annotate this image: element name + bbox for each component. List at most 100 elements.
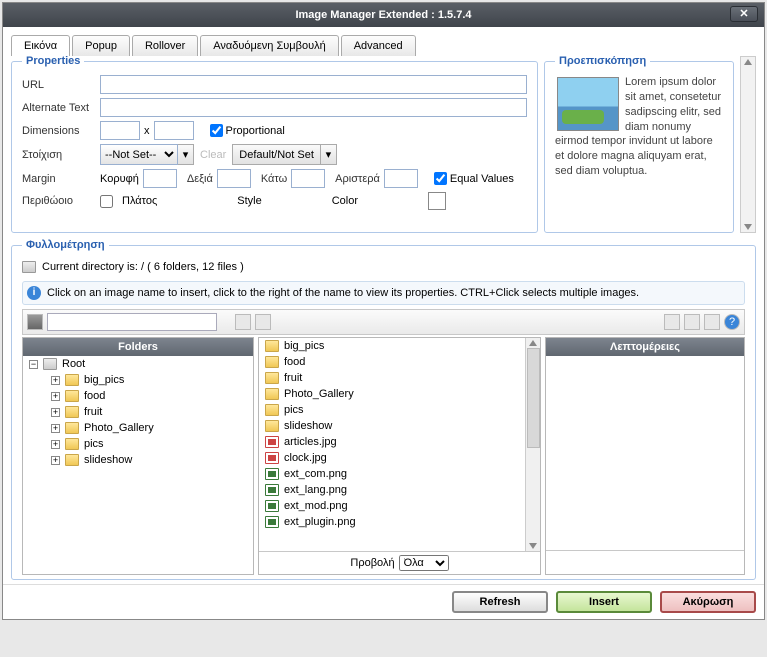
default-button[interactable]: Default/Not Set — [232, 144, 321, 165]
preview-thumbnail — [557, 77, 619, 131]
file-item-folder[interactable]: fruit — [259, 370, 525, 386]
scroll-down-icon[interactable] — [529, 543, 537, 549]
url-input[interactable] — [100, 75, 527, 94]
collapse-icon[interactable]: − — [29, 360, 38, 369]
titlebar: Image Manager Extended : 1.5.7.4 ✕ — [3, 3, 764, 27]
color-swatch[interactable] — [428, 192, 446, 210]
tab-rollover[interactable]: Rollover — [132, 35, 198, 56]
image-icon — [265, 484, 279, 496]
file-item-folder[interactable]: Photo_Gallery — [259, 386, 525, 402]
file-label: ext_com.png — [284, 468, 347, 480]
margin-top-input[interactable] — [143, 169, 177, 188]
preview-legend: Προεπισκόπηση — [555, 55, 650, 67]
default-dropdown[interactable]: ▾ — [321, 144, 337, 165]
image-icon — [265, 516, 279, 528]
tree-label: Root — [62, 358, 85, 370]
scrollbar-thumb[interactable] — [527, 348, 540, 448]
properties-scrollbar[interactable] — [740, 56, 756, 233]
tree-item[interactable]: +food — [45, 388, 253, 404]
toolbar: ? — [22, 309, 745, 335]
view-select[interactable]: Όλα — [399, 555, 449, 571]
file-item-image[interactable]: ext_com.png — [259, 466, 525, 482]
hint-bar: i Click on an image name to insert, clic… — [22, 281, 745, 305]
align-label: Στοίχιση — [22, 149, 100, 161]
file-item-image[interactable]: ext_mod.png — [259, 498, 525, 514]
file-label: ext_plugin.png — [284, 516, 356, 528]
file-item-folder[interactable]: food — [259, 354, 525, 370]
folder-icon — [265, 372, 279, 384]
expand-icon[interactable]: + — [51, 456, 60, 465]
new-folder-button[interactable] — [684, 314, 700, 330]
binoculars-icon[interactable] — [27, 314, 43, 330]
expand-icon[interactable]: + — [51, 392, 60, 401]
file-label: Photo_Gallery — [284, 388, 354, 400]
equal-values-checkbox[interactable] — [434, 172, 447, 185]
expand-icon[interactable]: + — [51, 440, 60, 449]
image-icon — [265, 500, 279, 512]
folder-icon — [65, 422, 79, 434]
proportional-checkbox[interactable] — [210, 124, 223, 137]
file-item-image[interactable]: ext_lang.png — [259, 482, 525, 498]
expand-icon[interactable]: + — [51, 376, 60, 385]
alt-input[interactable] — [100, 98, 527, 117]
refresh-button[interactable]: Refresh — [452, 591, 548, 613]
scroll-down-icon[interactable] — [744, 224, 752, 230]
url-label: URL — [22, 79, 100, 91]
folder-icon — [65, 374, 79, 386]
margin-top-label: Κορυφή — [100, 173, 139, 185]
tab-popup[interactable]: Popup — [72, 35, 130, 56]
file-item-folder[interactable]: pics — [259, 402, 525, 418]
folder-icon — [265, 404, 279, 416]
tab-advanced[interactable]: Advanced — [341, 35, 416, 56]
border-label: Περιθώοιο — [22, 195, 100, 207]
dialog-buttons: Refresh Insert Ακύρωση — [3, 584, 764, 619]
insert-button[interactable]: Insert — [556, 591, 652, 613]
folders-panel: Folders −Root+big_pics+food+fruit+Photo_… — [22, 337, 254, 575]
margin-left-input[interactable] — [384, 169, 418, 188]
sort-desc-button[interactable] — [255, 314, 271, 330]
proportional-label: Proportional — [226, 125, 285, 137]
align-extra-dropdown[interactable]: ▾ — [178, 144, 194, 165]
tree-item[interactable]: +Photo_Gallery — [45, 420, 253, 436]
tab-tooltip[interactable]: Αναδυόμενη Συμβουλή — [200, 35, 338, 56]
browser-legend: Φυλλομέτρηση — [22, 239, 109, 251]
tree-item[interactable]: + big_pics — [45, 372, 253, 388]
height-input[interactable] — [154, 121, 194, 140]
tree-label: big_pics — [84, 374, 124, 386]
help-button[interactable]: ? — [724, 314, 740, 330]
files-scrollbar[interactable] — [525, 338, 540, 551]
file-item-image[interactable]: articles.jpg — [259, 434, 525, 450]
file-item-folder[interactable]: slideshow — [259, 418, 525, 434]
file-label: pics — [284, 404, 304, 416]
scroll-up-icon[interactable] — [744, 59, 752, 65]
tree-root[interactable]: − Root — [23, 356, 253, 372]
file-label: big_pics — [284, 340, 324, 352]
border-width-label: Πλάτος — [122, 195, 157, 207]
dim-sep: x — [144, 125, 150, 137]
details-header: Λεπτομέρειες — [546, 338, 744, 356]
file-item-image[interactable]: ext_plugin.png — [259, 514, 525, 530]
tree-label: slideshow — [84, 454, 132, 466]
close-button[interactable]: ✕ — [730, 6, 758, 22]
tree-item[interactable]: +fruit — [45, 404, 253, 420]
align-select[interactable]: --Not Set-- — [100, 144, 178, 165]
file-item-folder[interactable]: big_pics — [259, 338, 525, 354]
cancel-button[interactable]: Ακύρωση — [660, 591, 756, 613]
margin-right-input[interactable] — [217, 169, 251, 188]
expand-icon[interactable]: + — [51, 424, 60, 433]
grid-view-button[interactable] — [664, 314, 680, 330]
sort-asc-button[interactable] — [235, 314, 251, 330]
expand-icon[interactable]: + — [51, 408, 60, 417]
tab-image[interactable]: Εικόνα — [11, 35, 70, 56]
border-checkbox[interactable] — [100, 195, 113, 208]
search-input[interactable] — [47, 313, 217, 331]
width-input[interactable] — [100, 121, 140, 140]
tree-item[interactable]: +pics — [45, 436, 253, 452]
upload-button[interactable] — [704, 314, 720, 330]
margin-bottom-input[interactable] — [291, 169, 325, 188]
scroll-up-icon[interactable] — [529, 340, 537, 346]
file-item-image[interactable]: clock.jpg — [259, 450, 525, 466]
browser-fieldset: Φυλλομέτρηση Current directory is: / ( 6… — [11, 239, 756, 580]
file-label: ext_lang.png — [284, 484, 347, 496]
tree-item[interactable]: + slideshow — [45, 452, 253, 468]
